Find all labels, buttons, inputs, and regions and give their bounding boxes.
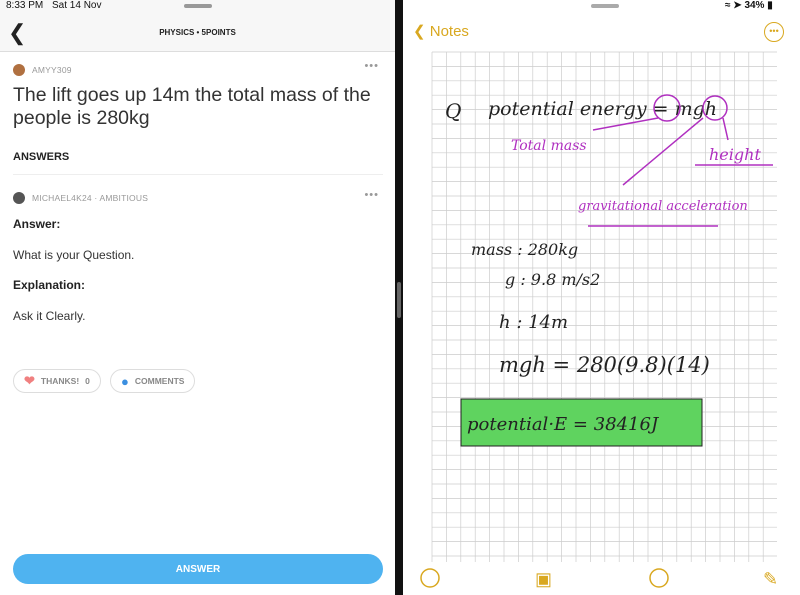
divider (13, 174, 383, 175)
note-gravity: gravitational acceleration (578, 199, 748, 214)
note-h: h : 14m (499, 312, 568, 333)
answer-text: What is your Question. (13, 248, 135, 262)
handwritten-note: Q potential energy = mgh Total mass heig… (420, 51, 778, 589)
explanation-label: Explanation: (13, 278, 86, 292)
note-q: Q (445, 99, 461, 123)
heart-icon: ❤ (24, 373, 35, 388)
answer-author[interactable]: MICHAEL4K24 · AMBITIOUS (13, 192, 148, 204)
markup-pen-icon[interactable] (649, 568, 669, 588)
more-options-icon[interactable]: ••• (364, 60, 379, 72)
checklist-icon[interactable] (420, 568, 440, 588)
answer-label: Answer: (13, 217, 61, 231)
explanation-text: Ask it Clearly. (13, 309, 86, 323)
note-calc: mgh = 280(9.8)(14) (499, 353, 710, 377)
compose-icon[interactable]: ✎ (763, 569, 778, 589)
comments-button[interactable]: ● COMMENTS (110, 369, 196, 393)
answers-heading: ANSWERS (13, 151, 70, 163)
author-name: AMYY309 (32, 65, 72, 75)
more-options-icon[interactable]: ••• (364, 189, 379, 201)
note-mass: mass : 280kg (471, 240, 578, 259)
author-name: MICHAEL4K24 · AMBITIOUS (32, 193, 149, 203)
multitask-handle[interactable] (184, 4, 212, 8)
question-author[interactable]: AMYY309 (13, 64, 72, 76)
notes-pane: ≈ ➤ 34% ▮ ❮ Notes ••• Q potential energy… (403, 0, 800, 595)
note-height: height (709, 145, 761, 164)
comment-bubble-icon: ● (121, 373, 129, 389)
comments-label: COMMENTS (134, 376, 185, 386)
note-g: g : 9.8 m/s2 (505, 270, 600, 289)
brainly-pane: 8:33 PM Sat 14 Nov ❮ PHYSICS • 5POINTS A… (0, 0, 395, 595)
avatar (13, 64, 25, 76)
question-text: The lift goes up 14m the total mass of t… (13, 84, 371, 129)
thanks-count: 0 (85, 376, 90, 386)
note-formula: potential energy = mgh (488, 98, 717, 120)
thanks-button[interactable]: ❤ THANKS! 0 (13, 369, 101, 393)
camera-icon[interactable]: ▣ (535, 569, 552, 589)
status-time: 8:33 PM (6, 0, 44, 11)
split-handle[interactable] (397, 282, 401, 318)
answer-button[interactable]: ANSWER (13, 554, 383, 584)
thanks-label: THANKS! (40, 376, 80, 386)
page-title: PHYSICS • 5POINTS (159, 28, 236, 37)
nav-bar: 8:33 PM Sat 14 Nov ❮ PHYSICS • 5POINTS (0, 0, 395, 52)
avatar (13, 192, 25, 204)
note-total-mass: Total mass (511, 138, 587, 154)
note-result: potential·E = 38416J (467, 414, 660, 435)
status-date: Sat 14 Nov (52, 0, 102, 11)
